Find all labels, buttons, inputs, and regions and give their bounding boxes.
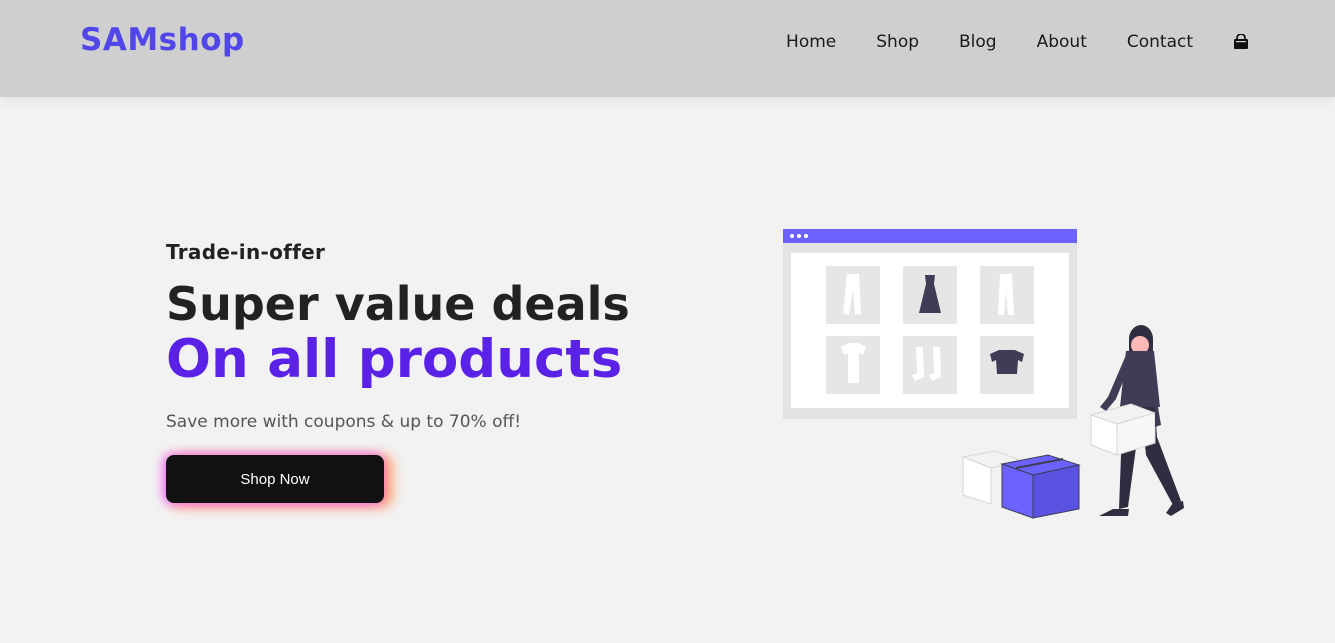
hero-subtitle: Save more with coupons & up to 70% off! <box>166 412 522 432</box>
shopping-bag-icon[interactable] <box>1233 33 1249 50</box>
nav-home[interactable]: Home <box>786 32 836 52</box>
hero-eyebrow: Trade-in-offer <box>166 240 326 264</box>
hero-headline: Super value deals <box>166 277 630 331</box>
header: SAMshop Home Shop Blog About Contact <box>0 0 1335 97</box>
nav-blog[interactable]: Blog <box>959 32 997 52</box>
nav-contact[interactable]: Contact <box>1127 32 1193 52</box>
shop-now-button[interactable]: Shop Now <box>166 455 384 503</box>
logo[interactable]: SAMshop <box>80 22 245 58</box>
hero-illustration <box>783 229 1186 519</box>
hero-text: Trade-in-offer Super value deals On all … <box>166 240 726 432</box>
main-nav: Home Shop Blog About Contact <box>786 32 1249 52</box>
nav-about[interactable]: About <box>1037 32 1087 52</box>
hero-headline-accent: On all products <box>166 329 623 390</box>
nav-shop[interactable]: Shop <box>876 32 919 52</box>
